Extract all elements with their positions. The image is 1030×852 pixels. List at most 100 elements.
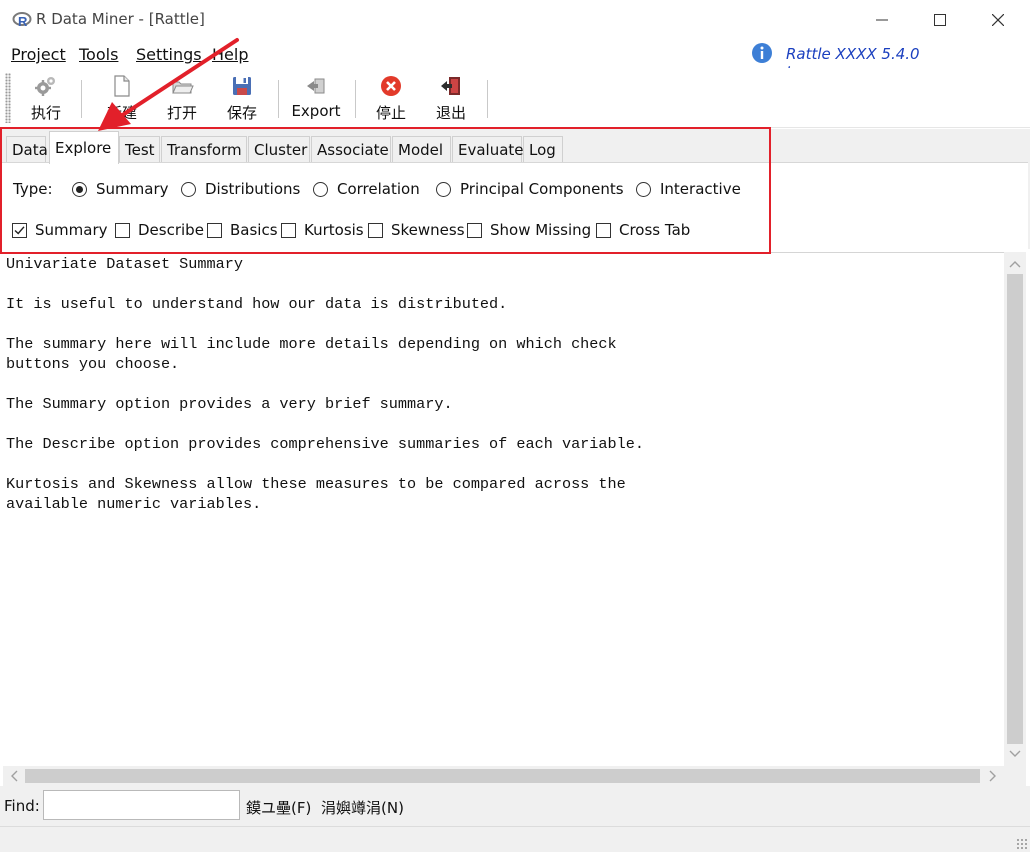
find-next-button[interactable]: 鏌ユ壘(F)	[246, 797, 311, 818]
check-basics-label: Basics	[230, 221, 278, 239]
tab-transform-label: Transform	[167, 141, 242, 159]
radio-correlation[interactable]: Correlation	[313, 180, 420, 198]
checkbox	[467, 222, 482, 238]
radio-summary[interactable]: Summary	[72, 180, 169, 198]
open-button[interactable]: 打开	[162, 74, 202, 124]
version-text: Rattle XXXX 5.4.0	[786, 45, 920, 63]
quit-door-icon	[441, 77, 460, 95]
window-title: R Data Miner - [Rattle]	[36, 10, 205, 28]
tab-test[interactable]: Test	[119, 136, 160, 163]
tab-cluster[interactable]: Cluster	[248, 136, 310, 163]
tab-associate-label: Associate	[317, 141, 389, 159]
stop-label: 停止	[375, 104, 406, 122]
vertical-scroll-thumb[interactable]	[1007, 274, 1023, 744]
check-describe-label: Describe	[138, 221, 204, 239]
tab-explore-label: Explore	[55, 139, 112, 157]
radio-indicator	[636, 181, 651, 197]
tab-evaluate-label: Evaluate	[458, 141, 524, 159]
menu-help[interactable]: Help	[212, 45, 248, 64]
open-folder-icon	[172, 81, 194, 94]
tab-data[interactable]: Data	[6, 136, 48, 163]
stop-icon	[381, 76, 401, 96]
check-basics[interactable]: Basics	[207, 221, 278, 239]
check-cross-tab[interactable]: Cross Tab	[596, 221, 690, 239]
export-label: Export	[291, 102, 341, 120]
menu-project[interactable]: Project	[11, 45, 66, 64]
radio-distributions-label: Distributions	[205, 180, 301, 198]
tab-data-label: Data	[12, 141, 48, 159]
new-document-icon	[114, 75, 130, 97]
execute-label: 执行	[30, 104, 61, 122]
check-show-missing[interactable]: Show Missing	[467, 221, 591, 239]
minimize-icon	[876, 19, 888, 21]
menu-help-label: Help	[212, 45, 249, 64]
execute-button[interactable]: 执行	[26, 74, 66, 124]
radio-summary-label: Summary	[96, 180, 169, 198]
checkbox	[12, 222, 27, 238]
quit-button[interactable]: 退出	[431, 74, 471, 124]
close-button[interactable]	[968, 0, 1028, 40]
menu-tools[interactable]: Tools	[79, 45, 118, 64]
tab-evaluate[interactable]: Evaluate	[452, 136, 524, 163]
radio-principal-components-label: Principal Components	[460, 180, 624, 198]
menu-project-label: Project	[11, 45, 66, 64]
check-kurtosis-label: Kurtosis	[304, 221, 364, 239]
toolbar-grip[interactable]	[5, 73, 11, 123]
scroll-left-icon	[11, 770, 18, 782]
horizontal-scrollbar[interactable]	[3, 766, 1004, 786]
toolbar-separator	[355, 80, 356, 118]
horizontal-scroll-thumb[interactable]	[25, 769, 980, 783]
tab-test-label: Test	[125, 141, 155, 159]
status-bar	[0, 826, 1030, 852]
tab-transform[interactable]: Transform	[161, 136, 247, 163]
checkbox	[596, 222, 611, 238]
stop-button[interactable]: 停止	[371, 74, 411, 124]
radio-indicator	[181, 181, 196, 197]
vertical-scrollbar[interactable]	[1004, 252, 1026, 766]
radio-indicator	[72, 181, 87, 197]
check-describe[interactable]: Describe	[115, 221, 204, 239]
new-button[interactable]: 新建	[102, 74, 142, 124]
checkbox	[368, 222, 383, 238]
maximize-button[interactable]	[910, 0, 970, 40]
info-icon	[752, 43, 772, 63]
tab-explore[interactable]: Explore	[49, 131, 119, 164]
check-show-missing-label: Show Missing	[490, 221, 592, 239]
minimize-button[interactable]	[852, 0, 912, 40]
check-skewness-label: Skewness	[391, 221, 465, 239]
tab-log[interactable]: Log	[523, 136, 563, 163]
scroll-corner	[1004, 766, 1026, 786]
menu-settings[interactable]: Settings	[136, 45, 202, 64]
tab-log-label: Log	[529, 141, 556, 159]
check-summary-label: Summary	[35, 221, 108, 239]
check-summary[interactable]: Summary	[12, 221, 108, 239]
close-icon	[992, 14, 1004, 26]
tab-model[interactable]: Model	[392, 136, 451, 163]
checkbox	[281, 222, 296, 238]
find-label: Find:	[4, 797, 40, 815]
export-button[interactable]: Export	[290, 74, 342, 124]
radio-interactive[interactable]: Interactive	[636, 180, 741, 198]
radio-indicator	[436, 181, 451, 197]
find-input[interactable]	[43, 790, 240, 820]
tab-associate[interactable]: Associate	[311, 136, 391, 163]
resize-grip-icon[interactable]	[1016, 838, 1028, 850]
r-logo-icon: R	[12, 12, 32, 29]
tab-model-label: Model	[398, 141, 444, 159]
check-kurtosis[interactable]: Kurtosis	[281, 221, 364, 239]
find-prev-button[interactable]: 涓嬩竴涓(N)	[321, 797, 404, 818]
title-bar: R R Data Miner - [Rattle]	[0, 0, 1030, 40]
toolbar-separator	[81, 80, 82, 118]
radio-indicator	[313, 181, 328, 197]
svg-text:R: R	[18, 14, 28, 29]
checkbox	[115, 222, 130, 238]
save-button[interactable]: 保存	[222, 74, 262, 124]
radio-principal-components[interactable]: Principal Components	[436, 180, 624, 198]
radio-distributions[interactable]: Distributions	[181, 180, 300, 198]
export-icon	[307, 78, 325, 94]
toolbar	[0, 68, 1030, 128]
output-textview[interactable]: Univariate Dataset Summary It is useful …	[3, 252, 1004, 766]
check-skewness[interactable]: Skewness	[368, 221, 465, 239]
scroll-right-icon	[989, 770, 996, 782]
execute-gears-icon	[35, 77, 55, 96]
